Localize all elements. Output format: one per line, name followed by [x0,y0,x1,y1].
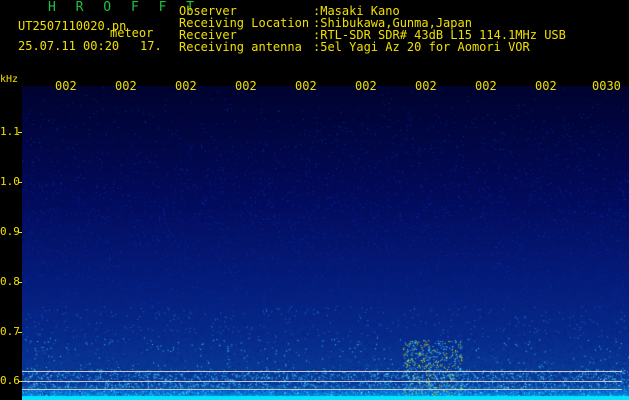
x-tick-2: 002 [115,79,137,93]
x-tick-6: 002 [355,79,377,93]
x-tick-5: 002 [295,79,317,93]
y-tick-mark [18,282,22,283]
y-tick-mark [18,232,22,233]
y-tick-mark [18,182,22,183]
spectrogram-noise [22,86,629,400]
x-tick-10: 0030 [592,79,621,93]
y-tick-1-1: 1.1 [0,125,20,138]
y-tick-0-8: 0.8 [0,275,20,288]
y-tick-1-0: 1.0 [0,175,20,188]
reference-line [22,371,622,372]
reference-line [22,389,622,390]
meteor-label: meteor [110,26,154,40]
y-tick-mark [18,332,22,333]
datetime-label: 25.07.11 00:20 [18,39,120,53]
y-tick-0-6: 0.6 [0,374,20,387]
x-tick-1: 002 [55,79,77,93]
y-tick-0-7: 0.7 [0,325,20,338]
count-label: 17. [140,39,162,53]
hrofft-title: H R O F F T [48,0,201,15]
info-value-antenna: :5el Yagi Az 20 for Aomori VOR [313,40,530,54]
reference-line [22,381,622,382]
x-tick-9: 002 [535,79,557,93]
x-tick-8: 002 [475,79,497,93]
khz-unit-label: kHz [0,74,19,85]
x-tick-3: 002 [175,79,197,93]
y-tick-mark [18,132,22,133]
info-label-antenna: Receiving antenna [179,40,302,54]
y-tick-0-9: 0.9 [0,225,20,238]
x-tick-7: 002 [415,79,437,93]
x-tick-4: 002 [235,79,257,93]
